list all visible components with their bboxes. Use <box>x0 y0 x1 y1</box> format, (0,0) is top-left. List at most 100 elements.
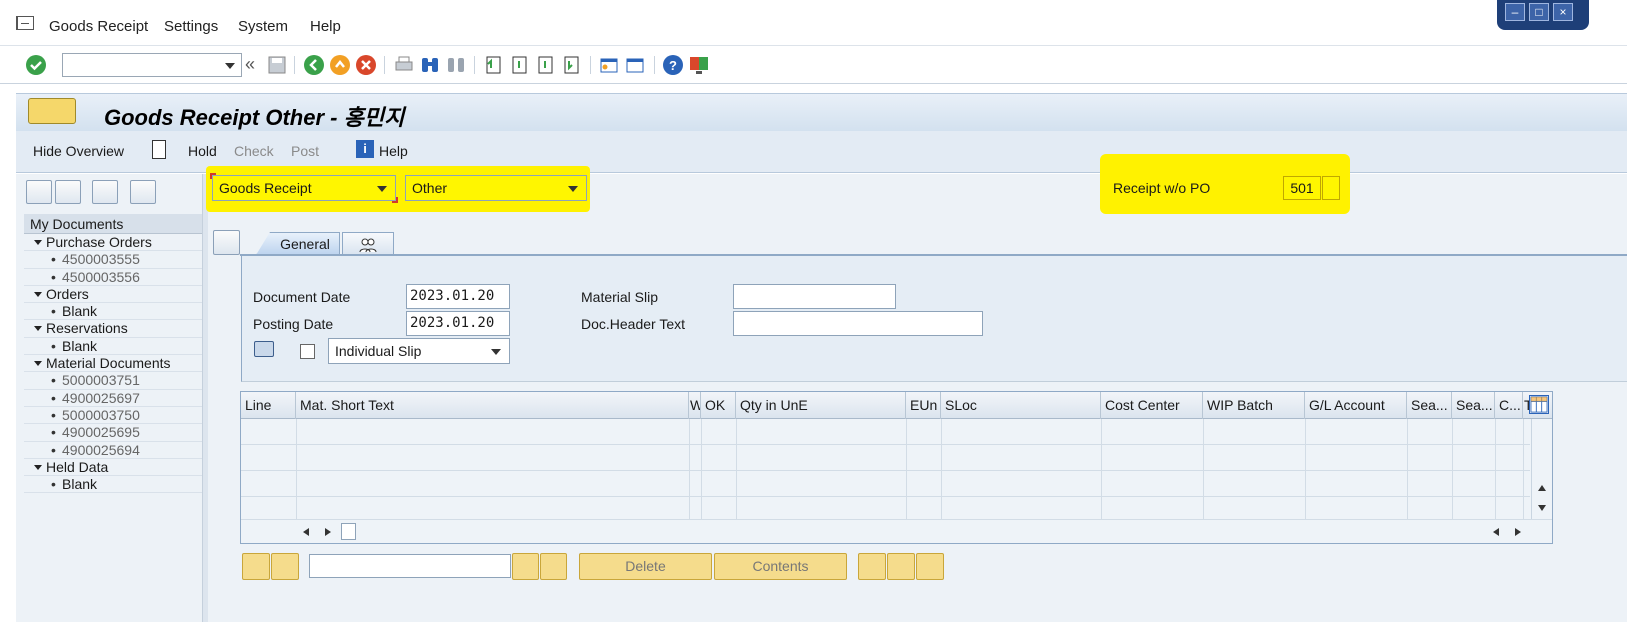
deselect-all-icon[interactable] <box>271 553 299 580</box>
column-header[interactable]: SLoc <box>941 392 1101 419</box>
menu-help[interactable]: Help <box>310 18 341 35</box>
save-icon[interactable] <box>266 54 288 76</box>
info-icon[interactable]: i <box>356 140 374 158</box>
column-header[interactable]: G/L Account <box>1305 392 1407 419</box>
chevron-down-icon[interactable] <box>568 186 578 192</box>
new-session-icon[interactable] <box>598 54 620 76</box>
column-header[interactable]: OK <box>701 392 736 419</box>
column-header[interactable]: Cost Center <box>1101 392 1203 419</box>
column-header[interactable]: Sea... <box>1407 392 1452 419</box>
detail-toggle-icon[interactable] <box>213 230 240 255</box>
find-next-icon[interactable] <box>445 54 467 76</box>
pane-splitter[interactable] <box>202 174 208 622</box>
tree-item[interactable]: 5000003751 <box>24 372 202 390</box>
previous-page-icon[interactable] <box>508 54 530 76</box>
enter-check-icon[interactable] <box>25 54 47 76</box>
find-icon[interactable] <box>419 54 441 76</box>
chevron-down-icon[interactable] <box>491 349 501 355</box>
tree-item[interactable]: 4900025697 <box>24 390 202 407</box>
tree-folder-reservations[interactable]: Reservations <box>24 320 202 338</box>
tree-folder-orders[interactable]: Orders <box>24 286 202 304</box>
expand-all-icon[interactable] <box>26 180 52 204</box>
customize-layout-icon[interactable] <box>688 54 710 76</box>
print-icon[interactable] <box>393 54 415 76</box>
movement-type-field[interactable]: 501 <box>1283 176 1321 200</box>
menu-system[interactable]: System <box>238 18 288 35</box>
delete-button[interactable]: Delete <box>579 553 712 580</box>
column-header[interactable]: C... <box>1495 392 1523 419</box>
tree-item[interactable]: 4900025695 <box>24 424 202 442</box>
menu-goods-receipt[interactable]: Goods Receipt <box>49 18 148 35</box>
tree-folder-held-data[interactable]: Held Data <box>24 459 202 477</box>
column-header[interactable]: EUn <box>906 392 941 419</box>
delete-icon[interactable] <box>92 180 118 204</box>
vertical-scrollbar[interactable] <box>1531 419 1552 519</box>
find-icon[interactable] <box>512 553 539 580</box>
menu-settings[interactable]: Settings <box>164 18 218 35</box>
find-next-icon[interactable] <box>540 553 567 580</box>
scroll-right-icon[interactable] <box>1515 528 1521 536</box>
last-page-icon[interactable] <box>560 54 582 76</box>
scroll-right-icon[interactable] <box>325 528 331 536</box>
column-header[interactable]: W <box>689 392 701 419</box>
tree-item[interactable]: 4900025694 <box>24 442 202 459</box>
tree-folder-material-documents[interactable]: Material Documents <box>24 355 202 373</box>
column-header[interactable]: Qty in UnE <box>736 392 906 419</box>
tab-vendor[interactable] <box>342 232 394 255</box>
hide-overview-button[interactable]: Hide Overview <box>33 143 124 159</box>
tree-item[interactable]: Blank <box>24 338 202 356</box>
reference-select[interactable]: Other <box>405 175 587 201</box>
scroll-thumb[interactable] <box>341 523 356 540</box>
tree-item[interactable]: 4500003555 <box>24 251 202 269</box>
transaction-menu-icon[interactable] <box>28 98 76 124</box>
table-row[interactable] <box>241 419 1530 445</box>
contents-button[interactable]: Contents <box>714 553 847 580</box>
help-icon[interactable]: ? <box>662 54 684 76</box>
post-button[interactable]: Post <box>291 143 319 159</box>
hierarchy-icon[interactable] <box>887 553 915 580</box>
stack-icon[interactable] <box>916 553 944 580</box>
column-header[interactable]: WIP Batch <box>1203 392 1305 419</box>
column-header[interactable]: Mat. Short Text <box>296 392 689 419</box>
action-select[interactable]: Goods Receipt <box>212 175 396 201</box>
grid-settings-icon[interactable] <box>1529 395 1549 414</box>
first-page-icon[interactable] <box>482 54 504 76</box>
system-menu-icon[interactable] <box>16 16 34 30</box>
scroll-down-icon[interactable] <box>1538 505 1546 511</box>
tree-item[interactable]: Blank <box>24 303 202 321</box>
close-overview-icon[interactable] <box>130 180 156 204</box>
new-document-icon[interactable] <box>152 140 166 159</box>
hold-button[interactable]: Hold <box>188 143 217 159</box>
document-date-input[interactable]: 2023.01.20 <box>406 284 510 309</box>
back-icon[interactable] <box>303 54 325 76</box>
close-icon[interactable]: × <box>1553 3 1573 21</box>
tab-general[interactable]: General <box>256 232 340 255</box>
posting-date-input[interactable]: 2023.01.20 <box>406 311 510 336</box>
minimize-icon[interactable]: – <box>1505 3 1525 21</box>
select-all-icon[interactable] <box>242 553 270 580</box>
table-row[interactable] <box>241 497 1530 519</box>
material-slip-input[interactable] <box>733 284 896 309</box>
help-button[interactable]: Help <box>379 143 408 159</box>
next-page-icon[interactable] <box>534 54 556 76</box>
movement-indicator-field[interactable] <box>1322 176 1340 200</box>
scroll-left-icon[interactable] <box>303 528 309 536</box>
search-input[interactable] <box>309 554 511 578</box>
column-header[interactable]: Sea... <box>1452 392 1495 419</box>
expand-icon[interactable] <box>858 553 886 580</box>
table-row[interactable] <box>241 471 1530 497</box>
horizontal-scrollbar[interactable] <box>241 519 1552 543</box>
maximize-icon[interactable]: □ <box>1529 3 1549 21</box>
slip-select[interactable]: Individual Slip <box>328 338 510 364</box>
command-field[interactable] <box>62 53 242 77</box>
tree-item[interactable]: 5000003750 <box>24 407 202 425</box>
tree-item[interactable]: 4500003556 <box>24 269 202 286</box>
chevron-down-icon[interactable] <box>377 186 387 192</box>
nav-back-double-icon[interactable]: « <box>245 54 255 75</box>
check-button[interactable]: Check <box>234 143 274 159</box>
scroll-left-icon[interactable] <box>1493 528 1499 536</box>
tree-folder-purchase-orders[interactable]: Purchase Orders <box>24 234 202 252</box>
tree-item[interactable]: Blank <box>24 476 202 494</box>
column-header[interactable]: Line <box>241 392 296 419</box>
collapse-all-icon[interactable] <box>55 180 81 204</box>
